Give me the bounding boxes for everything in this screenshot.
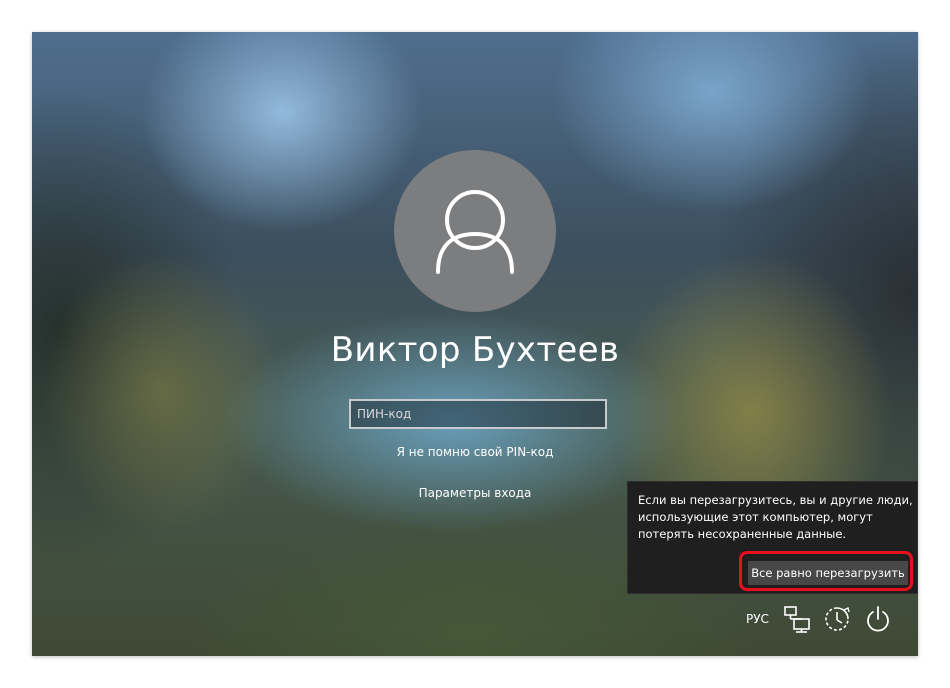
accessibility-icon[interactable] xyxy=(822,604,852,634)
restart-anyway-button[interactable]: Все равно перезагрузить xyxy=(748,561,908,585)
restart-warning-message: Если вы перезагрузитесь, вы и другие люд… xyxy=(638,493,913,541)
network-icon[interactable] xyxy=(782,604,812,634)
user-avatar xyxy=(394,150,556,312)
lock-screen: Виктор Бухтеев Я не помню свой PIN-код П… xyxy=(32,32,918,656)
pin-input[interactable] xyxy=(349,399,607,429)
user-silhouette-icon xyxy=(436,190,514,274)
user-name: Виктор Бухтеев xyxy=(330,330,620,370)
forgot-pin-link[interactable]: Я не помню свой PIN-код xyxy=(32,445,918,459)
power-icon[interactable] xyxy=(863,604,893,634)
input-language-indicator[interactable]: РУС xyxy=(746,612,769,626)
restart-warning-flyout: Если вы перезагрузитесь, вы и другие люд… xyxy=(627,481,918,594)
